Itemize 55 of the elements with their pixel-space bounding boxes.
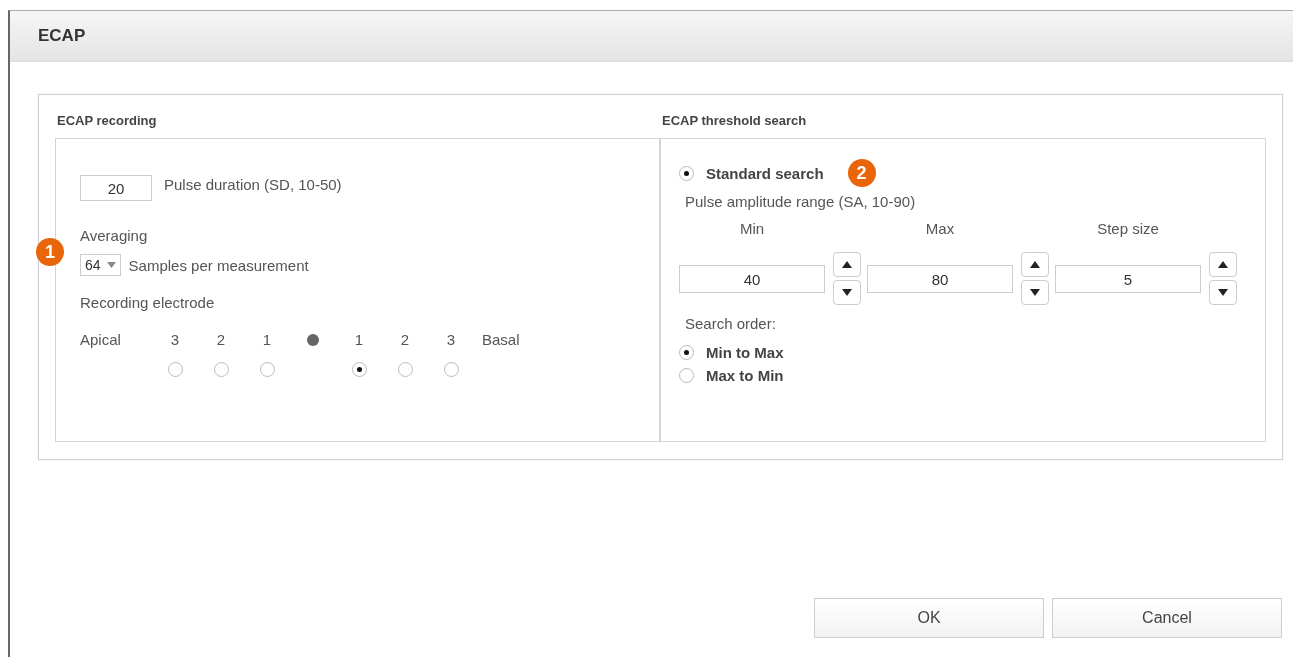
caret-icon bbox=[106, 262, 116, 268]
window-title: ECAP bbox=[38, 26, 86, 46]
radio-button[interactable] bbox=[351, 362, 367, 377]
reference-dot-icon bbox=[307, 333, 319, 346]
electrode-number: 1 bbox=[354, 331, 364, 348]
basal-label: Basal bbox=[481, 331, 521, 348]
callout-badge: 2 bbox=[847, 159, 876, 187]
down-arrow-icon bbox=[842, 289, 852, 296]
radio-button[interactable] bbox=[443, 362, 459, 377]
up-arrow-icon bbox=[842, 261, 852, 268]
down-arrow-icon bbox=[1030, 289, 1040, 296]
electrode-number: 2 bbox=[400, 331, 410, 348]
averaging-label: Averaging bbox=[80, 227, 149, 244]
section-heading: ECAP threshold search bbox=[661, 113, 808, 130]
pulse-duration-field[interactable]: 20 bbox=[80, 175, 152, 201]
electrode-label: Recording electrode bbox=[80, 294, 216, 311]
radio-button[interactable] bbox=[679, 368, 694, 383]
dialog-button[interactable]: Cancel bbox=[1052, 598, 1282, 638]
number-field[interactable]: 5 bbox=[1055, 264, 1201, 293]
radio-button[interactable] bbox=[397, 362, 413, 377]
up-arrow-icon bbox=[1218, 261, 1228, 268]
column-label: Max bbox=[924, 220, 956, 237]
increment-button[interactable] bbox=[1209, 252, 1237, 277]
up-arrow-icon bbox=[1030, 261, 1040, 268]
number-field[interactable]: 40 bbox=[679, 264, 825, 293]
down-arrow-icon bbox=[1218, 289, 1228, 296]
section-heading: ECAP recording bbox=[56, 113, 158, 130]
dialog-button[interactable]: OK bbox=[814, 598, 1044, 638]
radio-button[interactable] bbox=[679, 345, 694, 360]
decrement-button[interactable] bbox=[1209, 280, 1237, 305]
column-label: Min bbox=[738, 220, 766, 237]
field-label: Pulse duration (SD, 10-50) bbox=[164, 175, 342, 193]
electrode-number: 3 bbox=[446, 331, 456, 348]
radio-button[interactable] bbox=[213, 362, 229, 377]
callout-badge: 1 bbox=[36, 238, 64, 266]
radio-button[interactable] bbox=[679, 165, 694, 181]
option-label: Min to Max bbox=[706, 344, 784, 361]
increment-button[interactable] bbox=[833, 252, 861, 277]
option-label: Max to Min bbox=[706, 367, 784, 384]
electrode-number: 1 bbox=[262, 331, 272, 348]
apical-label: Apical bbox=[80, 331, 122, 348]
column-label: Step size bbox=[1096, 220, 1160, 237]
decrement-button[interactable] bbox=[833, 280, 861, 305]
option-label: Standard search bbox=[706, 164, 824, 182]
electrode-number: 2 bbox=[216, 331, 226, 348]
range-label: Pulse amplitude range (SA, 10-90) bbox=[684, 193, 917, 210]
radio-button[interactable] bbox=[167, 362, 183, 377]
field-label: Samples per measurement bbox=[128, 256, 309, 274]
order-label: Search order: bbox=[684, 315, 777, 332]
radio-button[interactable] bbox=[259, 362, 275, 377]
decrement-button[interactable] bbox=[1021, 280, 1049, 305]
electrode-number: 3 bbox=[170, 331, 180, 348]
increment-button[interactable] bbox=[1021, 252, 1049, 277]
number-field[interactable]: 80 bbox=[867, 264, 1013, 293]
samples-dropdown[interactable]: 64 bbox=[80, 254, 121, 276]
